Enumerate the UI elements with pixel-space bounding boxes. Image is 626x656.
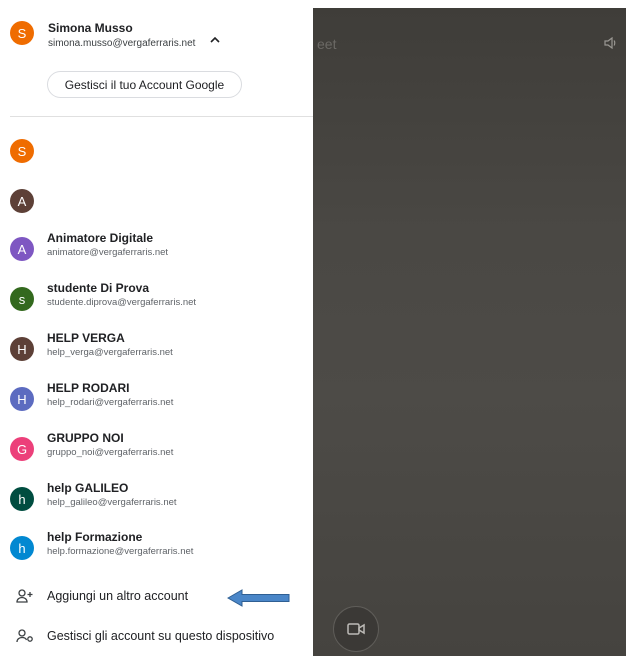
account-name: GRUPPO NOI [47, 431, 124, 445]
arrow-annotation-icon [226, 589, 290, 607]
account-list-item[interactable]: A [10, 189, 310, 223]
manage-device-accounts-label: Gestisci gli account su questo dispositi… [47, 629, 275, 643]
account-list-item[interactable]: G GRUPPO NOI gruppo_noi@vergaferraris.net [10, 431, 310, 471]
camera-toggle-button[interactable] [333, 606, 379, 652]
manage-accounts-icon [16, 628, 34, 644]
account-email: animatore@vergaferraris.net [47, 247, 169, 258]
account-email: help_verga@vergaferraris.net [47, 347, 173, 358]
chevron-up-icon[interactable] [210, 35, 220, 46]
account-name: HELP VERGA [47, 331, 125, 345]
account-avatar: H [10, 387, 34, 411]
account-name: help Formazione [47, 530, 143, 544]
add-account-label: Aggiungi un altro account [47, 589, 189, 603]
speaker-icon[interactable] [604, 36, 618, 52]
account-avatar: s [10, 287, 34, 311]
meet-partial-text: eet [317, 36, 337, 52]
account-list-item[interactable]: s studente Di Prova studente.diprova@verga… [10, 281, 310, 321]
account-list-item[interactable]: h help Formazione help.formazione@vergafer… [10, 530, 310, 570]
account-switcher-panel: S Simona Musso simona.musso@vergaferrari… [0, 0, 313, 656]
divider [10, 116, 313, 117]
account-name: help GALILEO [47, 481, 129, 495]
account-email: studente.diprova@vergaferraris.net [47, 297, 197, 308]
account-avatar: G [10, 437, 34, 461]
account-name: studente Di Prova [47, 281, 150, 295]
current-account-avatar: S [10, 21, 34, 45]
person-add-icon [16, 588, 34, 604]
account-avatar: A [10, 189, 34, 213]
account-name: HELP RODARI [47, 381, 130, 395]
account-avatar: h [10, 536, 34, 560]
account-email: help.formazione@vergaferraris.net [47, 546, 194, 557]
account-list-item[interactable]: H HELP VERGA help_verga@vergaferraris.net [10, 331, 310, 371]
account-avatar: A [10, 237, 34, 261]
account-list-item[interactable]: h help GALILEO help_galileo@vergaferraris.… [10, 481, 310, 521]
account-email: help_rodari@vergaferraris.net [47, 397, 174, 408]
account-email: help_galileo@vergaferraris.net [47, 497, 177, 508]
manage-google-account-button[interactable]: Gestisci il tuo Account Google [47, 71, 242, 98]
current-account-name: Simona Musso [48, 21, 133, 35]
video-camera-icon [347, 623, 365, 635]
account-list-item[interactable]: S [10, 139, 310, 173]
account-email: gruppo_noi@vergaferraris.net [47, 447, 174, 458]
account-avatar: H [10, 337, 34, 361]
account-name: Animatore Digitale [47, 231, 154, 245]
account-avatar: S [10, 139, 34, 163]
account-avatar: h [10, 487, 34, 511]
video-preview: eet [313, 8, 626, 656]
account-list-item[interactable]: A Animatore Digitale animatore@vergaferrar… [10, 231, 310, 271]
current-account-email: simona.musso@vergaferraris.net [48, 38, 196, 49]
manage-device-accounts-button[interactable]: Gestisci gli account su questo dispositi… [16, 626, 306, 646]
account-list-item[interactable]: H HELP RODARI help_rodari@vergaferraris.ne… [10, 381, 310, 421]
